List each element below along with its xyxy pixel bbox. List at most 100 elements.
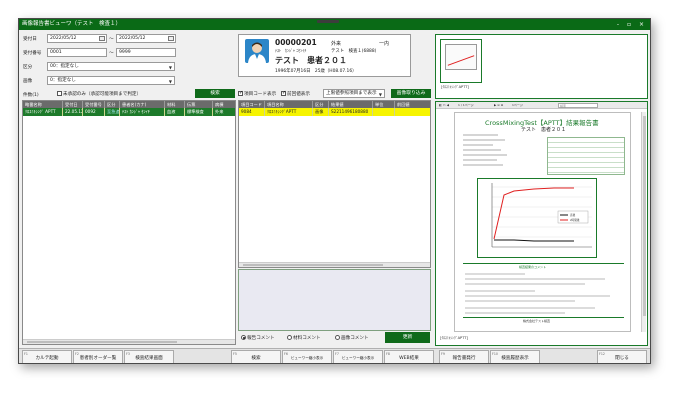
- order-list-table: 略番名称 受付日 受付番号 区分 患者名(カナ) 材料 伝票 病棟 ｸﾛｽﾐｷｼ…: [22, 100, 236, 345]
- radio-icon[interactable]: [241, 335, 246, 340]
- report-chart: 直後 2時間後: [477, 178, 597, 258]
- toolbar-icons[interactable]: ◧ ▭ ◀: [439, 103, 449, 107]
- category-select[interactable]: 00：指定なし ▼: [47, 62, 175, 71]
- checkbox-icon[interactable]: [238, 90, 243, 96]
- drag-handle[interactable]: [317, 20, 339, 23]
- report-result-grid: [547, 137, 625, 175]
- calendar-icon[interactable]: [168, 36, 174, 41]
- column-header[interactable]: 区分: [313, 101, 329, 108]
- patient-orders-button[interactable]: F2 患者別オーダー覧: [73, 350, 123, 363]
- page-indicator[interactable]: 1 / 1ページ: [458, 103, 474, 107]
- column-header[interactable]: 受付日: [63, 101, 83, 108]
- prev-value-checkbox[interactable]: 前回値表示: [281, 90, 310, 97]
- report-info-block: [463, 134, 518, 172]
- search-button[interactable]: 検索: [195, 89, 235, 98]
- patient-birth: 1996年07月16日 25歳（H08.07.16）: [275, 69, 357, 74]
- viewer-shrink-button-2[interactable]: F7 ビューワー縮小表示: [333, 350, 383, 363]
- column-header[interactable]: 病棟: [213, 101, 235, 108]
- column-header[interactable]: 材料: [165, 101, 185, 108]
- image-comment-radio[interactable]: 画像コメント: [335, 335, 369, 341]
- legend-2h: 2時間後: [570, 219, 580, 222]
- column-header[interactable]: 略番名称: [23, 101, 63, 108]
- column-header[interactable]: 単位: [373, 101, 395, 108]
- viewer-caption: [ｸﾛｽﾐｷｼﾝｸﾞAPTT]: [440, 336, 468, 340]
- column-header[interactable]: 区分: [105, 101, 120, 108]
- thumbnail-caption: [ｸﾛｽﾐｷｼﾝｸﾞAPTT]: [441, 85, 469, 89]
- column-header[interactable]: 受付番号: [83, 101, 105, 108]
- column-header[interactable]: 伝票: [185, 101, 213, 108]
- table-row[interactable]: ｸﾛｽﾐｷｼﾝｸﾞ APTT 22.05.12 0092 至急追 ﾃｽﾄ ｶﾝｼ…: [23, 108, 235, 116]
- legend-immediate: 直後: [570, 214, 576, 217]
- report-patient: テスト 患者２０１: [521, 127, 567, 133]
- image-import-button[interactable]: 画像取り込み: [391, 89, 431, 98]
- close-button[interactable]: F12 閉じる: [597, 350, 647, 363]
- report-company: 株式会社テスト検査: [523, 319, 551, 323]
- window-title: 画像報告書ビューワ（テスト 検査１）: [22, 21, 122, 27]
- issue-report-button[interactable]: F9 報告書発行: [439, 350, 489, 363]
- number-from-input[interactable]: 0001: [47, 48, 107, 57]
- checkbox-icon[interactable]: [281, 90, 286, 96]
- column-header[interactable]: 前回値: [395, 101, 430, 108]
- viewer-shrink-button[interactable]: F6 ビューワー縮小表示: [282, 350, 332, 363]
- viewer-search-input[interactable]: 検索: [558, 103, 598, 108]
- chevron-down-icon: ▼: [168, 65, 172, 70]
- horizontal-scrollbar[interactable]: [23, 339, 235, 344]
- code-display-checkbox[interactable]: 項目コード表示: [238, 90, 276, 97]
- column-header[interactable]: 項目コード: [239, 101, 265, 108]
- update-button[interactable]: 更新: [385, 332, 430, 343]
- title-bar: 画像報告書ビューワ（テスト 検査１） - ▫ ×: [19, 19, 650, 30]
- chevron-down-icon: ▼: [168, 79, 172, 84]
- radio-icon[interactable]: [287, 335, 292, 340]
- count-label: 件数(1): [23, 93, 39, 98]
- column-header[interactable]: 患者名(カナ): [120, 101, 165, 108]
- zoom-select[interactable]: 1ページ: [512, 103, 523, 107]
- thumbnail-panel: [ｸﾛｽﾐｷｼﾝｸﾞAPTT]: [435, 34, 648, 99]
- report-comment-heading: 検査結果のコメント: [519, 265, 547, 269]
- document-viewer: ◧ ▭ ◀ 1 / 1ページ ▶ ⊖ ⊕ 1ページ 検索 CrossMixing…: [435, 101, 648, 346]
- patient-kana: ﾃｽﾄ ｶﾝｼﾞｬ ﾆｾﾝｲﾁ: [275, 48, 307, 53]
- image-select[interactable]: 0：指定なし ▼: [47, 76, 175, 85]
- number-separator: ～: [109, 51, 114, 56]
- karte-button[interactable]: F1 カルテ起動: [22, 350, 72, 363]
- comment-textarea[interactable]: [238, 269, 431, 331]
- material-comment-radio[interactable]: 材料コメント: [287, 335, 321, 341]
- patient-ward: 外来: [331, 41, 342, 47]
- report-comment-radio[interactable]: 報告コメント: [241, 335, 275, 341]
- unconfirmed-checkbox[interactable]: 未承認のみ（承認可能項目まで判定）: [57, 91, 141, 97]
- reference-select[interactable]: 上限値参照項目まで表示 ▼: [323, 89, 385, 98]
- calendar-icon[interactable]: [99, 36, 105, 41]
- horizontal-scrollbar[interactable]: [239, 262, 430, 267]
- image-label: 画像: [23, 79, 33, 84]
- zoom-icons[interactable]: ▶ ⊖ ⊕: [494, 103, 503, 107]
- column-header[interactable]: 項目名称: [265, 101, 313, 108]
- date-label: 受付日: [23, 37, 37, 42]
- avatar: [245, 39, 269, 63]
- results-screen-button[interactable]: F3 検査結果画面: [124, 350, 174, 363]
- web-results-button[interactable]: F8 WEB結果: [384, 350, 434, 363]
- column-header[interactable]: 結果値: [329, 101, 373, 108]
- table-header: 項目コード 項目名称 区分 結果値 単位 前回値: [239, 101, 430, 108]
- patient-info-panel: 00000201 外来 一内 ﾃｽﾄ ｶﾝｼﾞｬ ﾆｾﾝｲﾁ テスト 検査１(6…: [238, 34, 411, 77]
- viewer-toolbar: ◧ ▭ ◀ 1 / 1ページ ▶ ⊖ ⊕ 1ページ 検索: [436, 102, 647, 109]
- main-window: 画像報告書ビューワ（テスト 検査１） - ▫ × 受付日 2022/05/12 …: [18, 18, 651, 364]
- series-immediate-line: [494, 239, 574, 242]
- table-row[interactable]: 9084 ｸﾛｽﾐｷｼﾝｸﾞAPTT 画像 S2211496180880: [239, 108, 430, 116]
- thumbnail-image[interactable]: [440, 39, 482, 83]
- radio-icon[interactable]: [335, 335, 340, 340]
- checkbox-icon[interactable]: [57, 91, 62, 96]
- date-from-input[interactable]: 2022/05/12: [47, 34, 107, 43]
- number-to-input[interactable]: 9999: [116, 48, 176, 57]
- date-to-input[interactable]: 2022/05/12: [116, 34, 176, 43]
- report-comment-lines: [465, 273, 615, 317]
- date-separator: ～: [109, 37, 114, 42]
- function-key-bar: F1 カルテ起動 F2 患者別オーダー覧 F3 検査結果画面 F5 検索 F6 ビューワー…: [19, 348, 650, 363]
- history-button[interactable]: F10 検査履歴表示: [490, 350, 540, 363]
- search-fkey-button[interactable]: F5 検索: [231, 350, 281, 363]
- category-label: 区分: [23, 65, 33, 70]
- patient-id: 00000201: [275, 38, 317, 47]
- report-page: CrossMixingTest【APTT】結果報告書 テスト 患者２０１ 直後 …: [454, 112, 631, 332]
- patient-name: テスト 患者２０１: [275, 56, 347, 65]
- window-controls[interactable]: - ▫ ×: [617, 19, 647, 30]
- patient-doctor: テスト 検査１(6888): [331, 49, 377, 54]
- vertical-scrollbar[interactable]: [641, 112, 646, 332]
